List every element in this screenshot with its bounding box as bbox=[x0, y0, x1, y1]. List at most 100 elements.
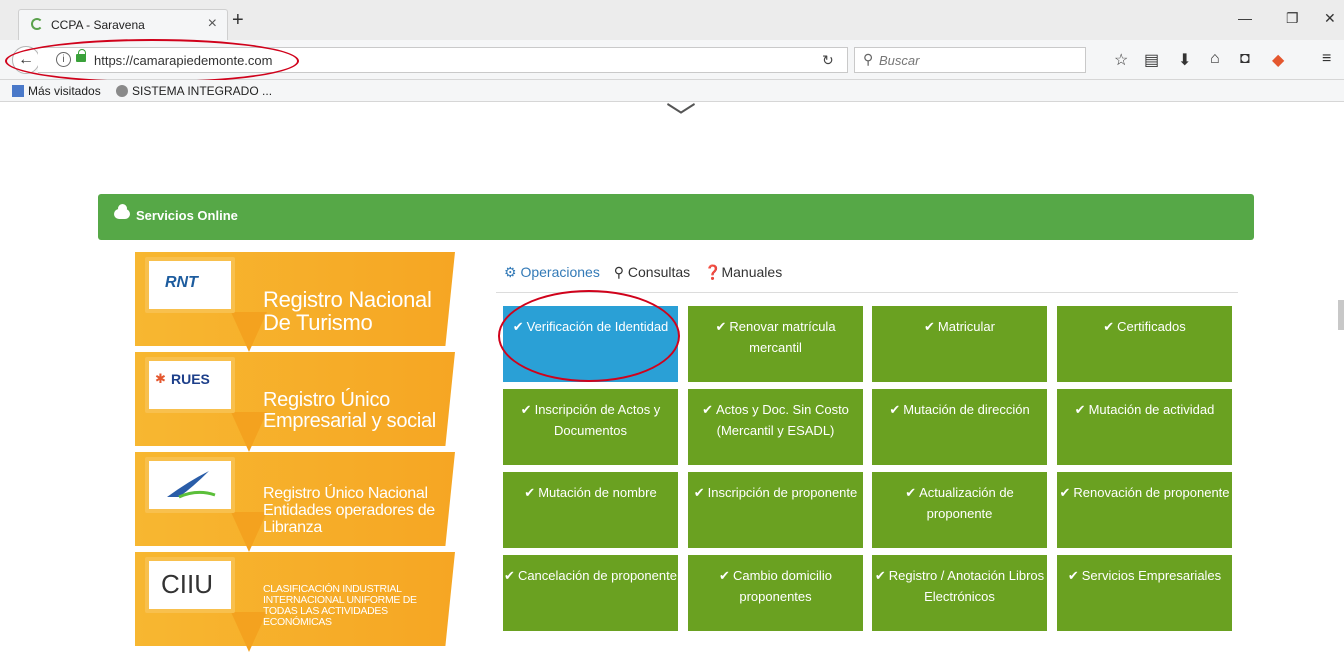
service-label: Actualización de proponente bbox=[919, 485, 1014, 521]
tab-operaciones[interactable]: ⚙ Operaciones bbox=[504, 264, 600, 280]
check-icon: ✔ bbox=[889, 402, 901, 417]
tab-label: Consultas bbox=[627, 264, 691, 280]
check-icon: ✔ bbox=[1074, 402, 1086, 417]
swoosh-icon bbox=[167, 471, 216, 499]
annotation-circle-url bbox=[5, 39, 299, 83]
service-label: Registro / Anotación Libros Electrónicos bbox=[888, 568, 1045, 604]
tab-title: CCPA - Saravena bbox=[51, 18, 145, 32]
service-label: Actos y Doc. Sin Costo (Mercantil y ESAD… bbox=[715, 402, 849, 438]
check-icon: ✔ bbox=[1059, 485, 1071, 500]
service-inscripcion-actos[interactable]: ✔ Inscripción de Actos y Documentos bbox=[503, 389, 678, 465]
restore-icon[interactable]: ❐ bbox=[1286, 10, 1299, 27]
banner-text: Registro Único Empresarial y social bbox=[263, 389, 436, 432]
bookmark-sistema-integrado[interactable]: SISTEMA INTEGRADO ... bbox=[116, 84, 272, 98]
menu-icon[interactable]: ≡ bbox=[1322, 50, 1331, 68]
service-actualizacion-proponente[interactable]: ✔ Actualización de proponente bbox=[872, 472, 1047, 548]
libranza-logo bbox=[145, 457, 235, 513]
tab-label: Manuales bbox=[721, 264, 783, 280]
service-inscripcion-proponente[interactable]: ✔ Inscripción de proponente bbox=[688, 472, 863, 548]
search-icon: ⚲ bbox=[613, 264, 624, 280]
star-icon: ✱ bbox=[155, 371, 166, 386]
banner-tip bbox=[231, 612, 267, 652]
new-tab-icon[interactable]: + bbox=[232, 10, 244, 30]
browser-tab[interactable]: CCPA - Saravena × bbox=[18, 9, 228, 40]
banner-tip bbox=[231, 312, 267, 352]
service-renovar-matricula[interactable]: ✔ Renovar matrícula mercantil bbox=[688, 306, 863, 382]
service-label: Cancelación de proponente bbox=[517, 568, 677, 583]
service-matricular[interactable]: ✔ Matricular bbox=[872, 306, 1047, 382]
service-mutacion-direccion[interactable]: ✔ Mutación de dirección bbox=[872, 389, 1047, 465]
banner-text: Registro Nacional De Turismo bbox=[263, 287, 432, 336]
banner-text: Registro Único Nacional Entidades operad… bbox=[263, 485, 435, 536]
check-icon: ✔ bbox=[693, 485, 705, 500]
search-input[interactable]: ⚲ Buscar bbox=[854, 47, 1086, 73]
search-icon: ⚲ bbox=[863, 51, 874, 67]
service-certificados[interactable]: ✔ Certificados bbox=[1057, 306, 1232, 382]
panel-title: Servicios Online bbox=[136, 208, 238, 223]
services-panel-header: Servicios Online bbox=[98, 194, 1254, 240]
scrollbar[interactable] bbox=[1338, 300, 1344, 330]
check-icon: ✔ bbox=[520, 402, 532, 417]
banner-tip bbox=[231, 512, 267, 552]
bookmark-star-icon[interactable]: ☆ bbox=[1114, 50, 1128, 70]
reading-list-icon[interactable]: ▤ bbox=[1144, 50, 1159, 70]
service-cambio-domicilio[interactable]: ✔ Cambio domicilio proponentes bbox=[688, 555, 863, 631]
bookmark-folder-icon bbox=[12, 85, 24, 97]
check-icon: ✔ bbox=[719, 568, 730, 583]
service-actos-sin-costo[interactable]: ✔ Actos y Doc. Sin Costo (Mercantil y ESA… bbox=[688, 389, 863, 465]
reload-icon[interactable]: ↻ bbox=[822, 52, 834, 69]
banner-libranza[interactable]: Registro Único Nacional Entidades operad… bbox=[135, 452, 455, 552]
downloads-icon[interactable]: ⬇ bbox=[1178, 50, 1191, 70]
browser-tab-bar: CCPA - Saravena × + — ❐ ✕ bbox=[0, 0, 1344, 40]
check-icon: ✔ bbox=[504, 568, 515, 583]
double-chevron-down-icon[interactable]: ﹀ bbox=[666, 104, 696, 134]
gear-icon: ⚙ bbox=[504, 264, 517, 280]
bookmark-label: SISTEMA INTEGRADO ... bbox=[132, 84, 273, 98]
service-cancelacion-proponente[interactable]: ✔ Cancelación de proponente bbox=[503, 555, 678, 631]
service-libros-electronicos[interactable]: ✔ Registro / Anotación Libros Electrónico… bbox=[872, 555, 1047, 631]
rnt-logo: RNT bbox=[145, 257, 235, 313]
check-icon: ✔ bbox=[924, 319, 935, 334]
check-icon: ✔ bbox=[1103, 319, 1115, 334]
annotation-circle-verificacion bbox=[498, 290, 680, 382]
check-icon: ✔ bbox=[874, 568, 886, 583]
service-label: Certificados bbox=[1117, 319, 1186, 334]
check-icon: ✔ bbox=[715, 319, 727, 334]
banner-ciiu[interactable]: CIIU CLASIFICACIÓN INDUSTRIAL INTERNACIO… bbox=[135, 552, 455, 652]
pocket-icon[interactable]: ◘ bbox=[1240, 50, 1250, 68]
service-label: Mutación de actividad bbox=[1088, 402, 1215, 417]
service-label: Mutación de nombre bbox=[538, 485, 657, 500]
ciiu-logo: CIIU bbox=[145, 557, 235, 613]
tab-manuales[interactable]: ❓Manuales bbox=[704, 264, 782, 280]
tab-label: Operaciones bbox=[520, 264, 600, 280]
banner-tip bbox=[231, 412, 267, 452]
check-icon: ✔ bbox=[905, 485, 917, 500]
check-icon: ✔ bbox=[1067, 568, 1079, 583]
check-icon: ✔ bbox=[702, 402, 713, 417]
logo-text: RNT bbox=[165, 274, 198, 291]
bookmark-most-visited[interactable]: Más visitados bbox=[12, 84, 101, 98]
service-label: Inscripción de proponente bbox=[707, 485, 858, 500]
service-label: Renovación de proponente bbox=[1073, 485, 1230, 500]
extension-icon[interactable]: ◆ bbox=[1272, 50, 1284, 70]
minimize-icon[interactable]: — bbox=[1238, 10, 1252, 26]
service-renovacion-proponente[interactable]: ✔ Renovación de proponente bbox=[1057, 472, 1232, 548]
service-label: Matricular bbox=[937, 319, 995, 334]
service-label: Servicios Empresariales bbox=[1081, 568, 1222, 583]
banner-rnt[interactable]: RNT Registro Nacional De Turismo bbox=[135, 252, 455, 352]
logo-text: RUES bbox=[171, 371, 210, 387]
service-servicios-empresariales[interactable]: ✔ Servicios Empresariales bbox=[1057, 555, 1232, 631]
window-close-icon[interactable]: ✕ bbox=[1324, 10, 1336, 27]
cloud-icon bbox=[114, 204, 130, 219]
bookmark-label: Más visitados bbox=[28, 84, 101, 98]
banner-rues[interactable]: ✱ RUES Registro Único Empresarial y soci… bbox=[135, 352, 455, 452]
service-mutacion-nombre[interactable]: ✔ Mutación de nombre bbox=[503, 472, 678, 548]
close-tab-icon[interactable]: × bbox=[208, 15, 217, 33]
tab-consultas[interactable]: ⚲ Consultas bbox=[614, 264, 690, 280]
service-mutacion-actividad[interactable]: ✔ Mutación de actividad bbox=[1057, 389, 1232, 465]
home-icon[interactable]: ⌂ bbox=[1210, 50, 1220, 68]
service-label: Renovar matrícula mercantil bbox=[729, 319, 836, 355]
globe-icon bbox=[116, 85, 128, 97]
check-icon: ✔ bbox=[524, 485, 536, 500]
service-label: Mutación de dirección bbox=[903, 402, 1030, 417]
